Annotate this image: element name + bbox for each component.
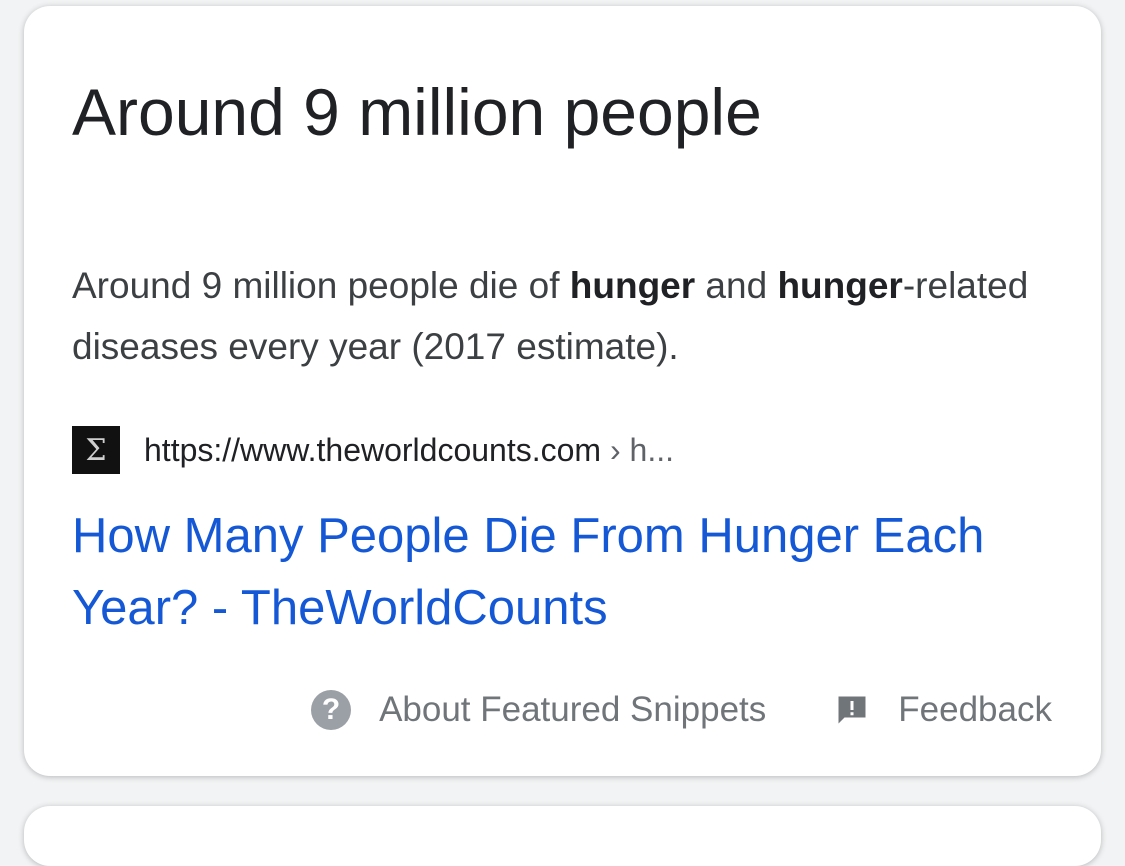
result-domain: https://www.theworldcounts.com [144, 431, 602, 468]
snippet-text-part: Around 9 million people die of [72, 265, 570, 306]
snippet-footer: ? About Featured Snippets Feedback [311, 682, 1052, 738]
site-favicon-icon: Σ [72, 426, 120, 474]
help-circle-icon: ? [311, 690, 352, 730]
feedback-icon [838, 696, 866, 724]
snippet-text-part: and [695, 265, 778, 306]
result-url[interactable]: https://www.theworldcounts.com › h... [144, 432, 674, 469]
about-featured-snippets-label: About Featured Snippets [379, 690, 767, 729]
next-result-card [24, 806, 1101, 866]
feedback-label: Feedback [898, 690, 1052, 729]
result-breadcrumb: › h... [601, 431, 674, 468]
snippet-text: Around 9 million people die of hunger an… [72, 255, 1062, 377]
featured-snippet-card: Around 9 million people Around 9 million… [24, 6, 1101, 776]
feedback-button[interactable]: Feedback [834, 690, 1052, 730]
result-title-link[interactable]: How Many People Die From Hunger Each Yea… [72, 500, 1032, 644]
result-source[interactable]: Σ https://www.theworldcounts.com › h... [72, 426, 674, 474]
snippet-answer-heading: Around 9 million people [72, 75, 762, 149]
about-featured-snippets-button[interactable]: ? About Featured Snippets [311, 690, 766, 730]
snippet-bold-term: hunger [569, 265, 696, 306]
snippet-bold-term: hunger [777, 265, 903, 306]
